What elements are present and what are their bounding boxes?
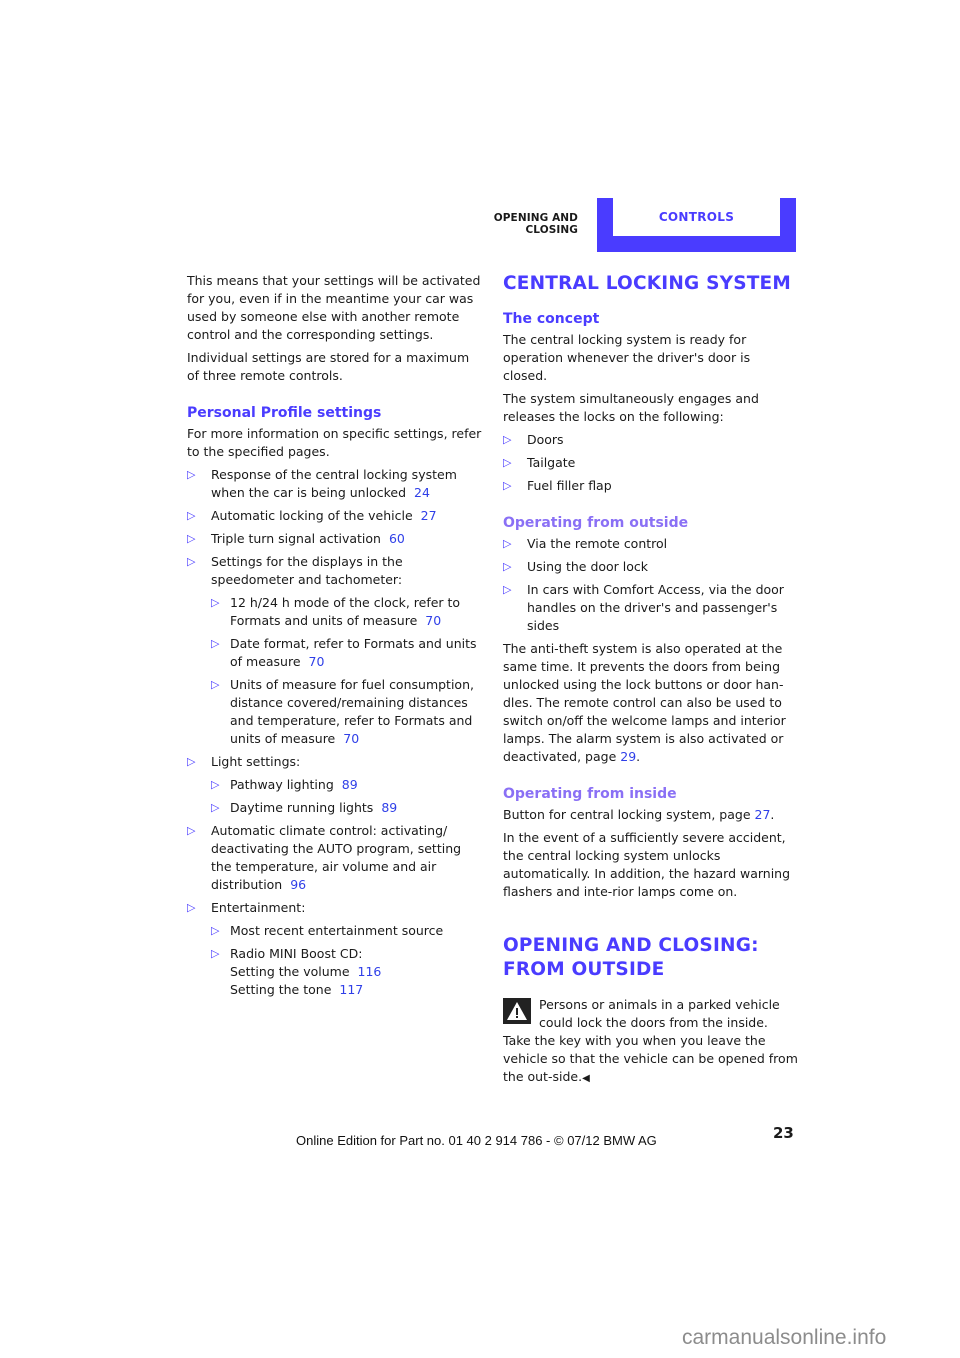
bullet-triangle-icon: ▷ bbox=[187, 468, 196, 481]
bullet-triangle-icon: ▷ bbox=[187, 555, 196, 568]
bullet-triangle-icon: ▷ bbox=[503, 537, 512, 550]
bullet-triangle-icon: ▷ bbox=[187, 901, 196, 914]
bullet-triangle-icon: ▷ bbox=[211, 637, 220, 650]
page-link[interactable]: 116 bbox=[358, 964, 382, 979]
bullet-triangle-icon: ▷ bbox=[187, 532, 196, 545]
page-link[interactable]: 27 bbox=[755, 807, 771, 822]
end-mark-icon: ◀ bbox=[582, 1073, 590, 1084]
profile-intro: For more information on specific setting… bbox=[187, 426, 482, 459]
sub-list-item: ▷ Most recent entertainment source bbox=[211, 923, 444, 938]
list-item: ▷ Entertainment: ▷ Most recent entertainme… bbox=[187, 899, 482, 999]
concept-heading: The concept bbox=[503, 311, 600, 327]
bullet-triangle-icon: ▷ bbox=[187, 755, 196, 768]
locks-list: ▷ Doors ▷ Tailgate ▷ Fuel filler flap bbox=[503, 431, 798, 495]
concept-paragraph: The central locking system is ready for … bbox=[503, 332, 751, 383]
bullet-triangle-icon: ▷ bbox=[211, 924, 220, 937]
list-item: ▷ Doors bbox=[503, 432, 564, 447]
edition-footer: Online Edition for Part no. 01 40 2 914 … bbox=[296, 1133, 657, 1148]
inside-paragraph: Button for central locking system, page … bbox=[503, 807, 775, 822]
inside-paragraph: In the event of a sufficiently severe ac… bbox=[503, 830, 791, 899]
bullet-triangle-icon: ▷ bbox=[187, 824, 196, 837]
page-link[interactable]: 24 bbox=[414, 485, 430, 500]
bullet-triangle-icon: ▷ bbox=[503, 433, 512, 446]
bullet-triangle-icon: ▷ bbox=[211, 778, 220, 791]
sub-list-item: ▷ Daytime running lights 89 bbox=[211, 800, 398, 815]
page-link[interactable]: 70 bbox=[309, 654, 325, 669]
list-item: ▷ Tailgate bbox=[503, 455, 576, 470]
antitheft-paragraph: The anti-theft system is also operated a… bbox=[503, 641, 786, 764]
page-link[interactable]: 89 bbox=[342, 777, 358, 792]
bullet-triangle-icon: ▷ bbox=[503, 479, 512, 492]
bullet-triangle-icon: ▷ bbox=[503, 560, 512, 573]
page-link[interactable]: 29 bbox=[620, 749, 636, 764]
list-item: ▷ Using the door lock bbox=[503, 559, 649, 574]
intro-paragraph: This means that your settings will be ac… bbox=[187, 273, 481, 342]
watermark: carmanualsonline.info bbox=[682, 1326, 887, 1349]
sub-list-item: ▷ Pathway lighting 89 bbox=[211, 777, 358, 792]
page-link[interactable]: 60 bbox=[389, 531, 405, 546]
bullet-triangle-icon: ▷ bbox=[211, 596, 220, 609]
page-link[interactable]: 89 bbox=[381, 800, 397, 815]
list-item: ▷ Response of the central locking system … bbox=[187, 467, 457, 500]
operating-outside-heading: Operating from outside bbox=[503, 515, 689, 531]
list-item: ▷ Fuel filler flap bbox=[503, 478, 612, 493]
page-link[interactable]: 70 bbox=[343, 731, 359, 746]
sub-list: ▷ Most recent entertainment source ▷ Radio… bbox=[211, 922, 482, 999]
bullet-triangle-icon: ▷ bbox=[211, 801, 220, 814]
bullet-triangle-icon: ▷ bbox=[211, 947, 220, 960]
sub-list-item: ▷ Date format, refer to Formats and units… bbox=[211, 636, 477, 669]
outside-operation-list: ▷ Via the remote control ▷ Using the door … bbox=[503, 535, 798, 635]
central-locking-heading: CENTRAL LOCKING SYSTEM bbox=[503, 273, 791, 294]
left-column: This means that your settings will be ac… bbox=[187, 272, 482, 1004]
running-header-section: OPENING AND CLOSING bbox=[493, 212, 578, 236]
page-link[interactable]: 96 bbox=[290, 877, 306, 892]
chapter-tab-label: CONTROLS bbox=[658, 210, 735, 224]
sub-list-item: ▷ Units of measure for fuel consumption, … bbox=[211, 677, 474, 746]
list-item: ▷ In cars with Comfort Access, via the do… bbox=[503, 582, 784, 633]
list-item: ▷ Light settings: ▷ Pathway lighting 89 ▷ Da… bbox=[187, 753, 482, 817]
bullet-triangle-icon: ▷ bbox=[503, 456, 512, 469]
sub-list: ▷ Pathway lighting 89 ▷ Daytime running lig… bbox=[211, 776, 482, 817]
bullet-triangle-icon: ▷ bbox=[211, 678, 220, 691]
list-item: ▷ Via the remote control bbox=[503, 536, 668, 551]
warning-note: Persons or animals in a parked vehicle c… bbox=[503, 996, 798, 1088]
bullet-triangle-icon: ▷ bbox=[503, 583, 512, 596]
page-number: 23 bbox=[773, 1124, 794, 1142]
bullet-triangle-icon: ▷ bbox=[187, 509, 196, 522]
right-column: CENTRAL LOCKING SYSTEM The concept The c… bbox=[503, 272, 798, 1088]
sub-list: ▷ 12 h/24 h mode of the clock, refer to F… bbox=[211, 594, 482, 748]
warning-triangle-icon bbox=[503, 998, 531, 1024]
operating-inside-heading: Operating from inside bbox=[503, 786, 677, 802]
list-item: ▷ Automatic locking of the vehicle 27 bbox=[187, 508, 437, 523]
list-item: ▷ Settings for the displays in the speedo… bbox=[187, 553, 482, 748]
page-link[interactable]: 27 bbox=[421, 508, 437, 523]
page-link[interactable]: 117 bbox=[339, 982, 363, 997]
concept-paragraph: The system simultaneously engages and re… bbox=[503, 391, 759, 424]
profile-settings-list: ▷ Response of the central locking system … bbox=[187, 466, 482, 999]
intro-paragraph: Individual settings are stored for a max… bbox=[187, 350, 470, 383]
warning-text: Persons or animals in a parked vehicle c… bbox=[503, 997, 798, 1084]
list-item: ▷ Triple turn signal activation 60 bbox=[187, 531, 405, 546]
page-link[interactable]: 70 bbox=[425, 613, 441, 628]
sub-list-item: ▷ 12 h/24 h mode of the clock, refer to F… bbox=[211, 595, 461, 628]
sub-list-item: ▷ Radio MINI Boost CD: Setting the volume… bbox=[211, 946, 382, 997]
chapter-tab: CONTROLS bbox=[597, 198, 796, 252]
opening-closing-outside-heading: OPENING AND CLOSING: FROM OUTSIDE bbox=[503, 935, 759, 980]
list-item: ▷ Automatic climate control: activating/ … bbox=[187, 823, 462, 892]
personal-profile-heading: Personal Profile settings bbox=[187, 405, 382, 421]
